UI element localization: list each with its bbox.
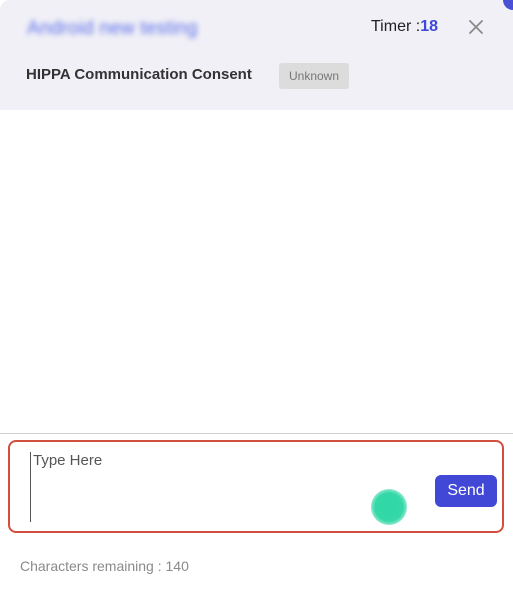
message-composer: Send bbox=[8, 440, 504, 533]
timer: Timer :18 bbox=[371, 18, 438, 36]
close-button[interactable] bbox=[465, 16, 487, 38]
characters-remaining-value: 140 bbox=[165, 558, 189, 574]
chat-panel: Android new testing Timer :18 HIPPA Comm… bbox=[0, 0, 513, 592]
characters-remaining: Characters remaining : 140 bbox=[20, 558, 189, 574]
send-button[interactable]: Send bbox=[435, 475, 497, 507]
close-icon bbox=[469, 20, 483, 34]
message-input[interactable] bbox=[30, 452, 423, 522]
consent-status-badge: Unknown bbox=[279, 63, 349, 89]
characters-remaining-label: Characters remaining : bbox=[20, 558, 166, 574]
header-corner-accent bbox=[503, 0, 513, 10]
message-area bbox=[0, 110, 513, 433]
composer-divider bbox=[0, 433, 513, 434]
timer-value: 18 bbox=[420, 18, 438, 35]
chat-header: Android new testing Timer :18 HIPPA Comm… bbox=[0, 0, 513, 110]
consent-label: HIPPA Communication Consent bbox=[26, 66, 252, 83]
contact-name: Android new testing bbox=[27, 18, 198, 39]
timer-label: Timer : bbox=[371, 18, 421, 35]
status-dot-icon bbox=[371, 489, 407, 525]
